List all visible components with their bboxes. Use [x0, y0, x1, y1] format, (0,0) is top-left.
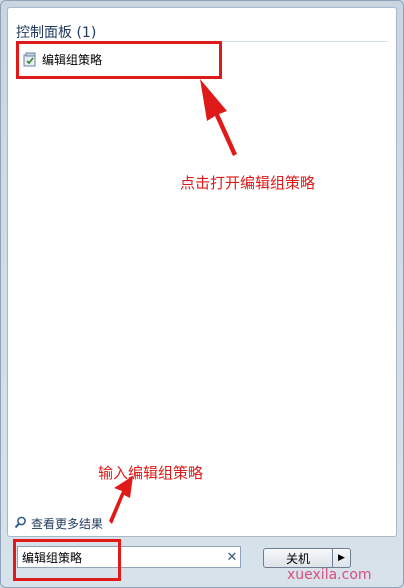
chevron-right-icon[interactable]: ▶	[333, 548, 351, 568]
annotation-arrows	[109, 79, 237, 524]
start-menu-panel: 控制面板 (1) 编辑组策略 点击打开编辑组策略 输入编辑组策略 查看更多结果 …	[0, 0, 404, 588]
close-icon[interactable]: ✕	[224, 550, 240, 565]
arrow-to-search	[109, 476, 133, 524]
shutdown-group: 关机 ▶	[263, 548, 351, 568]
arrow-to-result	[200, 79, 237, 156]
watermark: xuexila.com	[287, 567, 372, 583]
annotation-box-search	[13, 539, 121, 581]
shutdown-button[interactable]: 关机	[263, 548, 333, 568]
